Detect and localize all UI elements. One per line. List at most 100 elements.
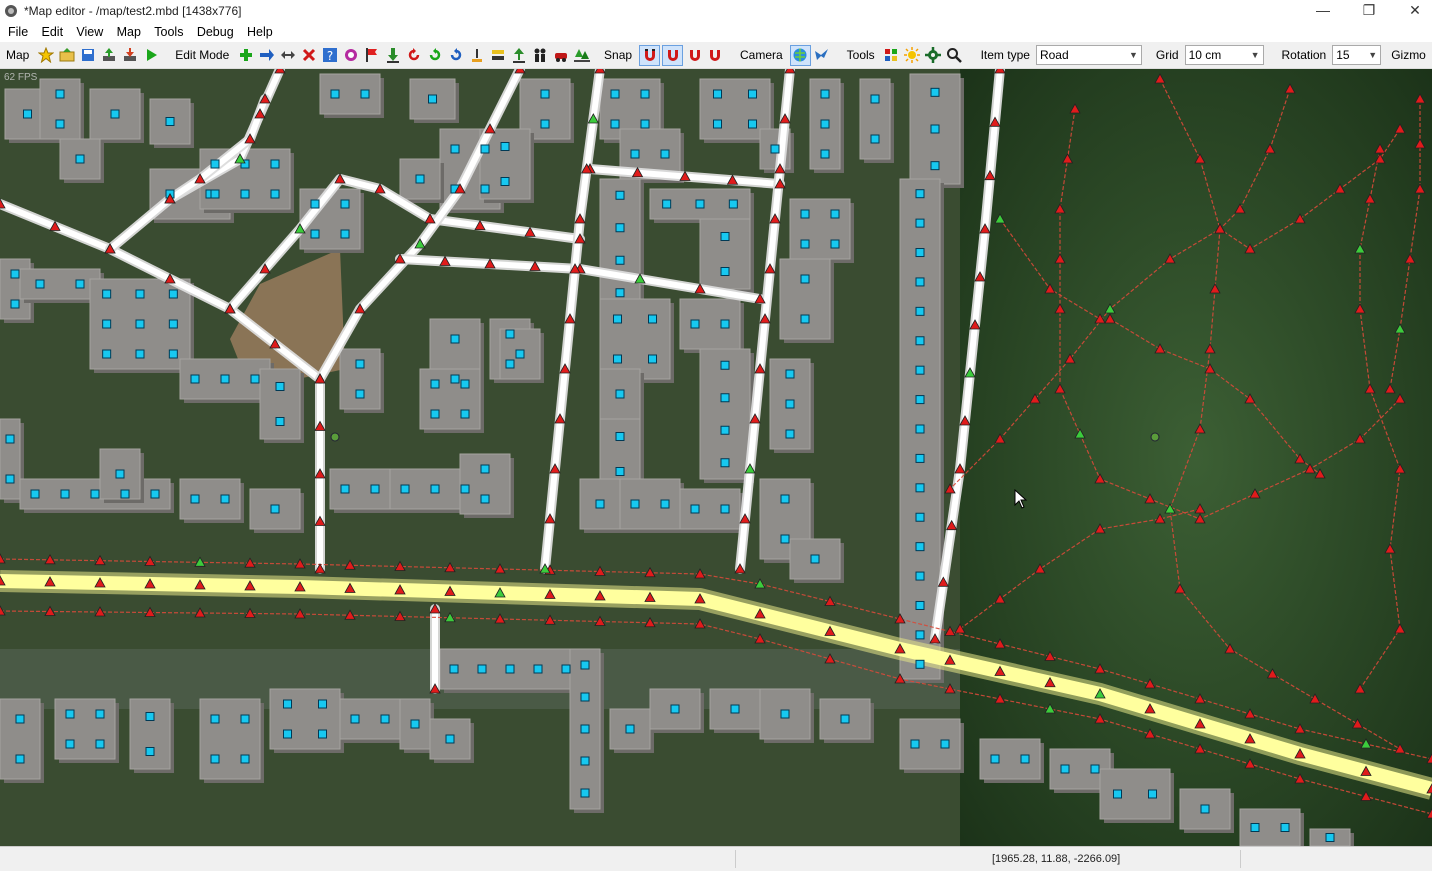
rotation-select[interactable]: 15 ▼ xyxy=(1332,45,1382,65)
flag-icon[interactable] xyxy=(362,46,381,65)
menu-tools[interactable]: Tools xyxy=(154,22,183,42)
export-icon[interactable] xyxy=(99,46,118,65)
rotate-ccw-icon[interactable] xyxy=(404,46,423,65)
add-icon[interactable] xyxy=(236,46,255,65)
object-marker xyxy=(135,349,145,359)
menu-file[interactable]: File xyxy=(8,22,28,42)
play-icon[interactable] xyxy=(141,46,160,65)
snap-magnet-vertex-icon[interactable] xyxy=(685,46,704,65)
search-icon[interactable] xyxy=(945,46,964,65)
object-marker xyxy=(410,719,420,729)
object-marker xyxy=(915,483,925,493)
building xyxy=(19,268,101,300)
object-marker xyxy=(400,484,410,494)
object-marker xyxy=(75,154,85,164)
disable-icon[interactable] xyxy=(341,46,360,65)
restore-icon[interactable]: ❐ xyxy=(1346,0,1392,22)
object-marker xyxy=(60,489,70,499)
snap-magnet-off-icon[interactable] xyxy=(706,46,725,65)
object-marker xyxy=(580,788,590,798)
building xyxy=(54,698,116,760)
down-arrow-icon[interactable] xyxy=(383,46,402,65)
delete-icon[interactable] xyxy=(299,46,318,65)
object-marker xyxy=(615,288,625,298)
star-icon[interactable] xyxy=(36,46,55,65)
object-marker xyxy=(1060,764,1070,774)
palette-icon[interactable] xyxy=(882,46,901,65)
raise-icon[interactable] xyxy=(509,46,528,65)
close-icon[interactable]: ✕ xyxy=(1392,0,1432,22)
lower-icon[interactable] xyxy=(467,46,486,65)
object-marker xyxy=(505,664,515,674)
refresh-icon[interactable] xyxy=(446,46,465,65)
snap-magnet-grid-icon[interactable] xyxy=(662,44,684,66)
object-marker xyxy=(310,229,320,239)
gear-icon[interactable] xyxy=(924,46,943,65)
object-marker xyxy=(915,571,925,581)
import-icon[interactable] xyxy=(120,46,139,65)
save-icon[interactable] xyxy=(78,46,97,65)
object-marker xyxy=(190,374,200,384)
object-marker xyxy=(915,248,925,258)
object-marker xyxy=(270,504,280,514)
grid-select[interactable]: 10 cm ▼ xyxy=(1184,45,1264,65)
rotate-cw-icon[interactable] xyxy=(425,46,444,65)
snap-label: Snap xyxy=(604,48,633,62)
menu-map[interactable]: Map xyxy=(117,22,141,42)
item-type-select[interactable]: Road ▼ xyxy=(1035,45,1142,65)
object-marker xyxy=(15,754,25,764)
object-marker xyxy=(250,374,260,384)
object-marker xyxy=(540,119,550,129)
object-marker xyxy=(810,554,820,564)
menu-edit[interactable]: Edit xyxy=(42,22,64,42)
building xyxy=(459,453,511,515)
spawn-point xyxy=(330,432,340,442)
object-marker xyxy=(595,499,605,509)
trees-icon[interactable] xyxy=(572,46,591,65)
object-marker xyxy=(477,664,487,674)
menu-help[interactable]: Help xyxy=(247,22,273,42)
align-icon[interactable] xyxy=(488,46,507,65)
bird-icon[interactable] xyxy=(813,46,832,65)
menu-view[interactable]: View xyxy=(76,22,103,42)
object-marker xyxy=(610,89,620,99)
object-marker xyxy=(800,239,810,249)
road-node xyxy=(514,69,526,74)
sun-icon[interactable] xyxy=(903,46,922,65)
building xyxy=(269,688,341,750)
road-node xyxy=(994,69,1006,74)
object-marker xyxy=(275,382,285,391)
object-marker xyxy=(1020,754,1030,764)
minimize-icon[interactable]: — xyxy=(1300,0,1346,22)
help-icon[interactable]: ? xyxy=(320,46,339,65)
object-marker xyxy=(830,239,840,249)
object-marker xyxy=(785,399,795,409)
object-marker xyxy=(615,190,625,200)
object-marker xyxy=(648,354,657,364)
open-folder-icon[interactable] xyxy=(57,46,76,65)
snap-magnet-icon[interactable] xyxy=(639,44,661,66)
move-arrow-icon[interactable] xyxy=(257,46,276,65)
building xyxy=(979,738,1041,780)
object-marker xyxy=(430,484,440,494)
object-marker xyxy=(720,267,730,276)
mouse-cursor-icon xyxy=(1014,489,1028,509)
object-marker xyxy=(1148,789,1157,799)
object-marker xyxy=(415,174,425,184)
car-icon[interactable] xyxy=(551,46,570,65)
map-canvas[interactable] xyxy=(0,69,1432,846)
resize-arrows-icon[interactable] xyxy=(278,46,297,65)
chevron-down-icon: ▼ xyxy=(1368,50,1378,60)
object-marker xyxy=(910,739,920,749)
menu-debug[interactable]: Debug xyxy=(197,22,234,42)
globe-icon[interactable] xyxy=(789,44,811,66)
grid-value: 10 cm xyxy=(1188,48,1222,62)
object-marker xyxy=(820,149,830,159)
map-viewport[interactable]: 62 FPS xyxy=(0,69,1432,846)
road-node xyxy=(274,69,286,74)
pedestrians-icon[interactable] xyxy=(530,46,549,65)
building xyxy=(859,78,891,160)
object-marker xyxy=(75,279,85,289)
object-marker xyxy=(480,184,490,194)
object-marker xyxy=(720,504,730,514)
